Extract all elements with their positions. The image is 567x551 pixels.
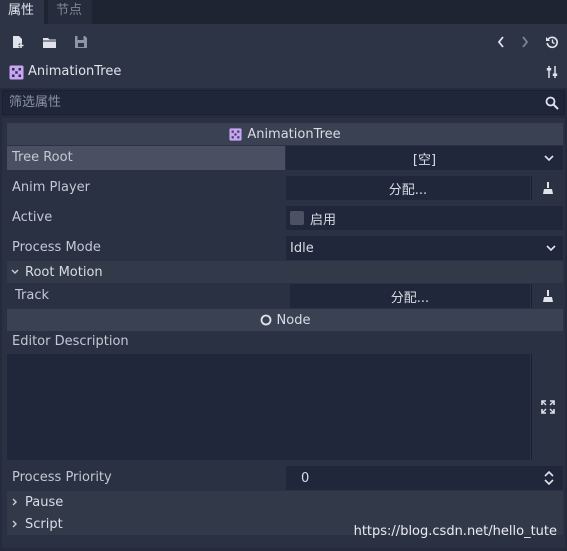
tree-root-value[interactable]: [空]	[286, 146, 563, 170]
animation-tree-icon	[8, 64, 24, 80]
track-assign-text: 分配...	[390, 290, 430, 306]
tab-node[interactable]: 节点	[48, 0, 92, 24]
chevron-down-icon[interactable]	[542, 151, 556, 165]
tab-inspector-label: 属性	[8, 3, 35, 18]
anim-player-assign-text: 分配...	[388, 182, 428, 198]
pause-section[interactable]: Pause	[7, 491, 563, 513]
tree-root-value-text: [空]	[412, 152, 437, 168]
filter-field[interactable]	[2, 90, 565, 115]
watermark-text: https://blog.csdn.net/hello_tute	[353, 524, 557, 539]
root-motion-section[interactable]: Root Motion	[7, 261, 563, 283]
editor-description-label: Editor Description	[12, 334, 129, 349]
new-resource-icon[interactable]	[8, 32, 28, 52]
process-mode-value: Idle	[290, 240, 314, 256]
tree-root-label: Tree Root	[7, 146, 285, 170]
chevron-right-icon	[12, 498, 18, 506]
section-title: AnimationTree	[247, 126, 341, 142]
root-motion-label: Root Motion	[25, 264, 103, 280]
pause-label: Pause	[25, 494, 64, 510]
anim-player-clear-button[interactable]	[531, 176, 563, 200]
tab-node-label: 节点	[56, 3, 83, 18]
chevron-right-icon	[12, 520, 18, 528]
active-label: Active	[12, 210, 53, 225]
checkbox-box[interactable]	[290, 211, 304, 225]
filter-input[interactable]	[3, 91, 564, 114]
process-mode-select[interactable]: Idle	[286, 236, 563, 260]
anim-player-assign-button[interactable]: 分配...	[286, 176, 530, 200]
process-priority-value: 0	[301, 470, 310, 486]
broom-icon	[542, 289, 554, 303]
chevron-down-icon	[11, 269, 19, 275]
track-label: Track	[15, 288, 50, 303]
history-icon[interactable]	[542, 32, 562, 52]
expand-icon	[540, 400, 555, 414]
process-mode-label: Process Mode	[12, 240, 101, 255]
script-label: Script	[25, 516, 63, 532]
anim-player-label: Anim Player	[12, 180, 90, 195]
object-name: AnimationTree	[28, 64, 122, 79]
editor-description-textarea[interactable]	[7, 354, 530, 460]
process-priority-spinbox[interactable]: 0	[286, 466, 563, 490]
save-icon[interactable]	[71, 32, 91, 52]
node-icon	[260, 314, 272, 326]
history-back-icon[interactable]	[491, 32, 511, 52]
track-clear-button[interactable]	[531, 284, 563, 308]
chevron-down-icon[interactable]	[544, 241, 558, 255]
search-icon	[543, 94, 561, 112]
active-checkbox-label: 启用	[310, 212, 337, 228]
open-folder-icon[interactable]	[39, 32, 59, 52]
section-header-animationtree: AnimationTree	[7, 123, 563, 145]
active-checkbox[interactable]: 启用	[286, 206, 563, 230]
spinner-arrows-icon[interactable]	[542, 470, 556, 486]
object-properties-icon[interactable]	[543, 63, 561, 81]
animation-tree-icon	[229, 127, 242, 141]
expand-editor-button[interactable]	[531, 354, 563, 460]
history-forward-icon[interactable]	[515, 32, 535, 52]
broom-icon	[542, 181, 554, 195]
node-section-title: Node	[276, 312, 311, 328]
section-header-node: Node	[7, 309, 563, 331]
track-assign-button[interactable]: 分配...	[290, 284, 530, 308]
tab-inspector[interactable]: 属性	[0, 0, 44, 24]
process-priority-label: Process Priority	[12, 470, 112, 485]
